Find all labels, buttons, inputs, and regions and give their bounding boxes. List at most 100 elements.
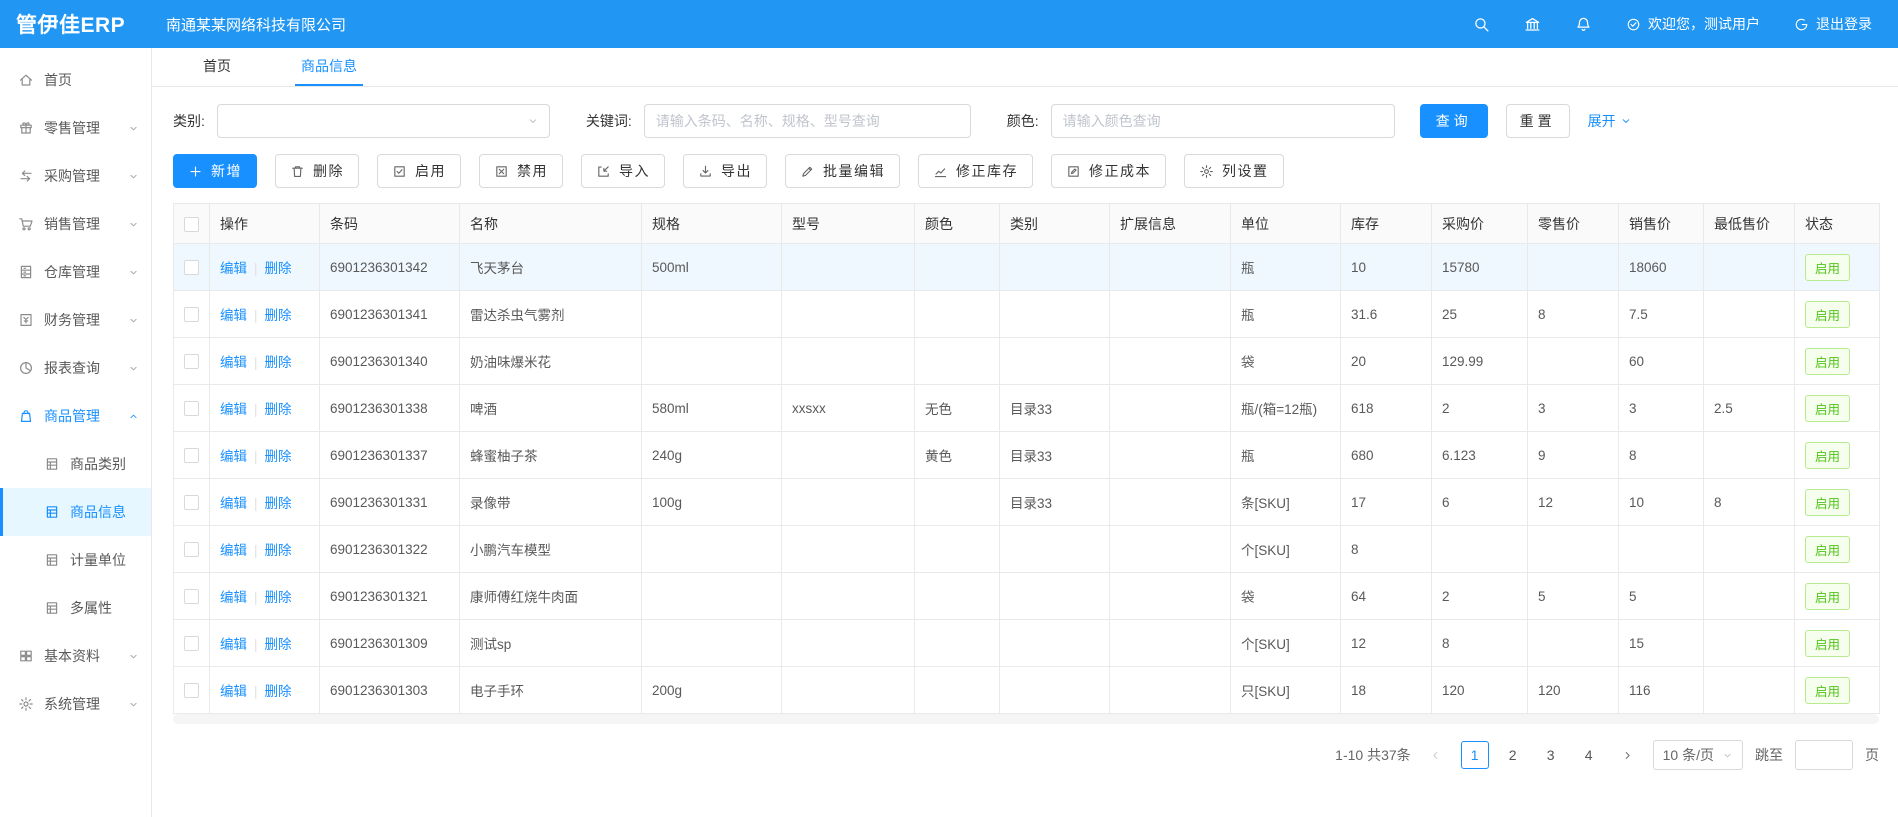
page-1[interactable]: 1 bbox=[1461, 741, 1489, 769]
category-select[interactable] bbox=[217, 104, 550, 138]
topbar-actions: 欢迎您，测试用户 退出登录 bbox=[1473, 14, 1898, 34]
row-checkbox[interactable] bbox=[184, 354, 199, 369]
page-4[interactable]: 4 bbox=[1575, 741, 1603, 769]
cell-min bbox=[1704, 291, 1795, 338]
action-separator: | bbox=[254, 496, 258, 511]
sidebar-item-basic-data[interactable]: 基本资料 bbox=[0, 632, 151, 680]
delete-link[interactable]: 删除 bbox=[265, 637, 292, 652]
home-icon bbox=[18, 72, 34, 88]
delete-link[interactable]: 删除 bbox=[265, 543, 292, 558]
row-checkbox[interactable] bbox=[184, 683, 199, 698]
cell-model bbox=[782, 244, 915, 291]
status-badge[interactable]: 启用 bbox=[1805, 489, 1850, 516]
column-setting-button[interactable]: 列设置 bbox=[1184, 154, 1284, 188]
adjust-cost-button[interactable]: 修正成本 bbox=[1051, 154, 1166, 188]
row-checkbox[interactable] bbox=[184, 589, 199, 604]
tab-home[interactable]: 首页 bbox=[197, 48, 237, 86]
color-input[interactable] bbox=[1051, 104, 1395, 138]
row-checkbox[interactable] bbox=[184, 448, 199, 463]
cell-min bbox=[1704, 244, 1795, 291]
sidebar-item-purchase[interactable]: 采购管理 bbox=[0, 152, 151, 200]
edit-link[interactable]: 编辑 bbox=[220, 684, 247, 699]
page-3[interactable]: 3 bbox=[1537, 741, 1565, 769]
delete-link[interactable]: 删除 bbox=[265, 261, 292, 276]
action-separator: | bbox=[254, 637, 258, 652]
expand-link[interactable]: 展开 bbox=[1588, 111, 1632, 131]
status-badge[interactable]: 启用 bbox=[1805, 348, 1850, 375]
page-2[interactable]: 2 bbox=[1499, 741, 1527, 769]
search-button[interactable]: 查询 bbox=[1420, 104, 1488, 138]
sidebar-item-goods-category[interactable]: 商品类别 bbox=[0, 440, 151, 488]
sidebar-item-retail[interactable]: 零售管理 bbox=[0, 104, 151, 152]
edit-link[interactable]: 编辑 bbox=[220, 449, 247, 464]
delete-link[interactable]: 删除 bbox=[265, 590, 292, 605]
keyword-input[interactable] bbox=[644, 104, 971, 138]
cell-model bbox=[782, 667, 915, 714]
edit-link[interactable]: 编辑 bbox=[220, 637, 247, 652]
row-actions-cell: 编辑 | 删除 bbox=[210, 479, 320, 526]
adjust-stock-button[interactable]: 修正库存 bbox=[918, 154, 1033, 188]
status-badge[interactable]: 启用 bbox=[1805, 536, 1850, 563]
logout-button[interactable]: 退出登录 bbox=[1794, 14, 1872, 34]
row-checkbox[interactable] bbox=[184, 542, 199, 557]
add-button[interactable]: 新增 bbox=[173, 154, 257, 188]
status-badge[interactable]: 启用 bbox=[1805, 583, 1850, 610]
reset-button[interactable]: 重置 bbox=[1506, 104, 1570, 138]
status-badge[interactable]: 启用 bbox=[1805, 630, 1850, 657]
sidebar-item-home[interactable]: 首页 bbox=[0, 56, 151, 104]
row-checkbox[interactable] bbox=[184, 636, 199, 651]
sidebar-item-report[interactable]: 报表查询 bbox=[0, 344, 151, 392]
row-checkbox[interactable] bbox=[184, 260, 199, 275]
delete-link[interactable]: 删除 bbox=[265, 402, 292, 417]
cell-retail: 5 bbox=[1528, 573, 1619, 620]
disable-button[interactable]: 禁用 bbox=[479, 154, 563, 188]
delete-link[interactable]: 删除 bbox=[265, 684, 292, 699]
welcome-user[interactable]: 欢迎您，测试用户 bbox=[1626, 14, 1760, 34]
export-button[interactable]: 导出 bbox=[683, 154, 767, 188]
edit-link[interactable]: 编辑 bbox=[220, 402, 247, 417]
tab-goods-info[interactable]: 商品信息 bbox=[295, 48, 363, 86]
sidebar-item-goods-info[interactable]: 商品信息 bbox=[0, 488, 151, 536]
edit-link[interactable]: 编辑 bbox=[220, 261, 247, 276]
status-badge[interactable]: 启用 bbox=[1805, 395, 1850, 422]
page-size-select[interactable]: 10 条/页 bbox=[1653, 740, 1743, 770]
row-checkbox[interactable] bbox=[184, 401, 199, 416]
sidebar-item-warehouse[interactable]: 仓库管理 bbox=[0, 248, 151, 296]
row-checkbox[interactable] bbox=[184, 495, 199, 510]
delete-link[interactable]: 删除 bbox=[265, 308, 292, 323]
delete-link[interactable]: 删除 bbox=[265, 496, 292, 511]
status-badge[interactable]: 启用 bbox=[1805, 254, 1850, 281]
bell-icon[interactable] bbox=[1575, 16, 1592, 33]
sidebar-item-sales[interactable]: 销售管理 bbox=[0, 200, 151, 248]
sidebar-item-multi-attr[interactable]: 多属性 bbox=[0, 584, 151, 632]
search-icon[interactable] bbox=[1473, 16, 1490, 33]
delete-button[interactable]: 删除 bbox=[275, 154, 359, 188]
sidebar-item-measure-unit[interactable]: 计量单位 bbox=[0, 536, 151, 584]
status-badge[interactable]: 启用 bbox=[1805, 301, 1850, 328]
select-all-checkbox[interactable] bbox=[184, 217, 199, 232]
row-checkbox[interactable] bbox=[184, 307, 199, 322]
import-button[interactable]: 导入 bbox=[581, 154, 665, 188]
prev-page-button[interactable] bbox=[1423, 741, 1449, 769]
bank-icon[interactable] bbox=[1524, 16, 1541, 33]
edit-link[interactable]: 编辑 bbox=[220, 590, 247, 605]
edit-link[interactable]: 编辑 bbox=[220, 308, 247, 323]
sidebar-item-system[interactable]: 系统管理 bbox=[0, 680, 151, 728]
status-badge[interactable]: 启用 bbox=[1805, 442, 1850, 469]
sidebar-item-label: 系统管理 bbox=[44, 694, 100, 714]
delete-link[interactable]: 删除 bbox=[265, 355, 292, 370]
status-badge[interactable]: 启用 bbox=[1805, 677, 1850, 704]
column-header: 库存 bbox=[1341, 204, 1432, 244]
horizontal-scrollbar[interactable] bbox=[173, 714, 1879, 724]
edit-link[interactable]: 编辑 bbox=[220, 355, 247, 370]
action-separator: | bbox=[254, 308, 258, 323]
sidebar-item-goods[interactable]: 商品管理 bbox=[0, 392, 151, 440]
edit-link[interactable]: 编辑 bbox=[220, 496, 247, 511]
batch-edit-button[interactable]: 批量编辑 bbox=[785, 154, 900, 188]
jump-page-input[interactable] bbox=[1795, 740, 1853, 770]
edit-link[interactable]: 编辑 bbox=[220, 543, 247, 558]
enable-button[interactable]: 启用 bbox=[377, 154, 461, 188]
delete-link[interactable]: 删除 bbox=[265, 449, 292, 464]
sidebar-item-finance[interactable]: 财务管理 bbox=[0, 296, 151, 344]
next-page-button[interactable] bbox=[1615, 741, 1641, 769]
